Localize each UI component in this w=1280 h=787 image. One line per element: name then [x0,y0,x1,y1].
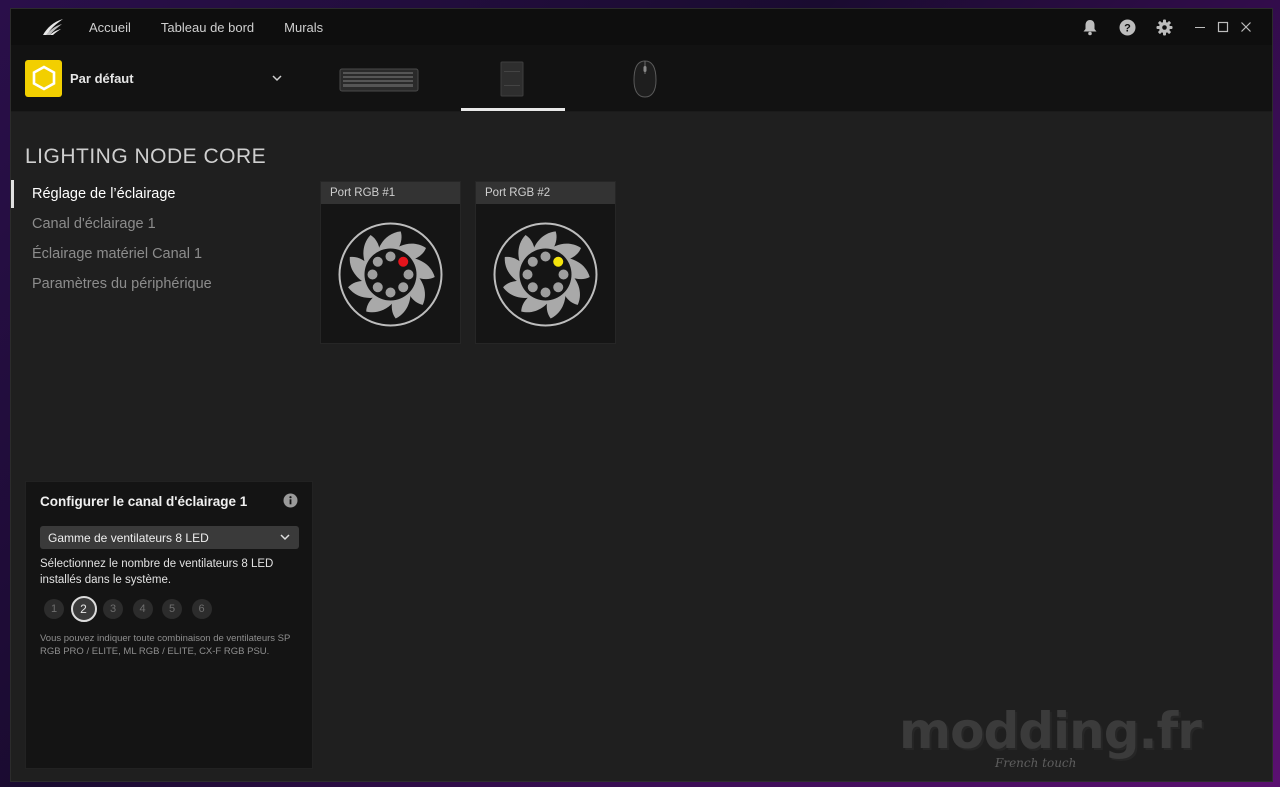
top-right-controls: ? [1081,9,1272,45]
config-title: Configurer le canal d'éclairage 1 [40,494,248,509]
led-lit [398,256,409,267]
profile-selector[interactable]: Par défaut [25,59,283,97]
watermark-subtitle: French touch [995,756,1077,770]
watermark-logo: modding.fr [899,702,1202,760]
port-card-1[interactable]: Port RGB #1 [320,181,461,344]
svg-text:?: ? [1124,22,1131,34]
chevron-down-icon[interactable] [271,71,283,89]
configure-channel-panel: Configurer le canal d'éclairage 1 Gamme … [25,481,313,769]
info-icon[interactable] [283,493,298,508]
fan-count-option[interactable]: 4 [132,599,153,619]
gear-icon[interactable] [1155,18,1173,36]
led [527,256,538,267]
side-nav-item-eclairage-materiel[interactable]: Éclairage matériel Canal 1 [11,239,212,269]
led [527,282,538,293]
question-circle-icon[interactable]: ? [1118,18,1136,36]
bell-icon[interactable] [1081,18,1099,36]
led [522,269,533,280]
fan-type-select[interactable]: Gamme de ventilateurs 8 LED [40,526,299,549]
active-device-indicator [461,108,565,111]
close-icon[interactable] [1238,19,1254,35]
led [558,269,569,280]
mouse-icon[interactable] [631,59,659,99]
page-title: LIGHTING NODE CORE [25,145,267,168]
device-bar: Par défaut [11,45,1272,112]
led [540,287,551,298]
nav-accueil[interactable]: Accueil [89,20,131,35]
lighting-node-icon[interactable] [499,59,525,99]
app-window: Accueil Tableau de bord Murals ? Par déf… [10,8,1273,782]
fan-type-select-value: Gamme de ventilateurs 8 LED [48,530,209,545]
fan-icon [338,222,443,327]
profile-hexagon-icon [25,59,62,97]
minimize-icon[interactable] [1192,19,1208,35]
fan-count-option[interactable]: 1 [44,599,64,619]
fan-icon [493,222,598,327]
led [540,251,551,262]
nav-tableau-de-bord[interactable]: Tableau de bord [161,20,254,35]
fan-count-option[interactable]: 3 [103,599,123,619]
nav-murals[interactable]: Murals [284,20,323,35]
led [398,282,409,293]
port-label: Port RGB #1 [321,182,460,204]
led [553,282,564,293]
corsair-sails-icon [41,17,65,37]
led [372,282,383,293]
led [403,269,414,280]
led [385,287,396,298]
led [372,256,383,267]
config-description: Sélectionnez le nombre de ventilateurs 8… [40,558,274,586]
led [385,251,396,262]
fan-count-option[interactable]: 6 [191,599,212,619]
top-bar: Accueil Tableau de bord Murals ? [11,9,1272,45]
chevron-down-icon [279,531,291,546]
port-label: Port RGB #2 [476,182,615,204]
fan-count-option-selected[interactable]: 2 [70,596,97,622]
side-nav-item-canal-eclairage-1[interactable]: Canal d'éclairage 1 [11,209,212,239]
side-nav-item-reglage-eclairage[interactable]: Réglage de l’éclairage [11,179,212,209]
led [367,269,378,280]
led-lit [553,256,564,267]
port-card-2[interactable]: Port RGB #2 [475,181,616,344]
keyboard-icon[interactable] [339,59,419,99]
maximize-icon[interactable] [1215,19,1231,35]
fan-count-option[interactable]: 5 [162,599,182,619]
profile-name: Par défaut [70,70,134,86]
side-nav: Réglage de l’éclairage Canal d'éclairage… [11,179,212,299]
config-note: Vous pouvez indiquer toute combinaison d… [40,633,291,657]
watermark: modding.fr French touch [899,702,1202,774]
side-nav-item-parametres-peripherique[interactable]: Paramètres du périphérique [11,269,212,299]
fan-count-selector: 1 2 3 4 5 6 [44,596,221,622]
